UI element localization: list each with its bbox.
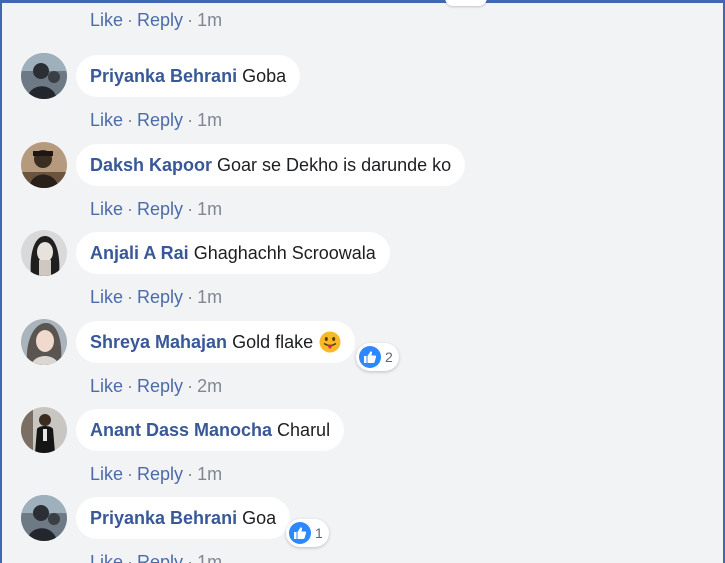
clipped-reaction-badge <box>445 0 487 6</box>
comment-author[interactable]: Shreya Mahajan <box>90 332 227 353</box>
comment-bubble: Anant Dass Manocha Charul <box>76 409 345 451</box>
reply-link[interactable]: Reply <box>137 552 183 563</box>
separator: · <box>187 110 194 130</box>
like-link[interactable]: Like <box>90 464 123 484</box>
comment-text: Ghaghachh Scroowala <box>193 242 376 263</box>
comment-bubble: Daksh Kapoor Goar se Dekho is darunde ko <box>76 144 466 186</box>
separator: · <box>127 110 134 130</box>
previous-comment-actions: Like · Reply · 1m <box>90 10 222 31</box>
separator: · <box>187 199 194 219</box>
separator: · <box>127 552 134 563</box>
separator: · <box>187 376 194 396</box>
reaction-summary[interactable]: 1 <box>286 519 329 547</box>
like-icon <box>289 522 311 544</box>
avatar[interactable] <box>21 495 67 541</box>
tongue-out-emoji-icon <box>319 331 341 353</box>
reply-link[interactable]: Reply <box>137 464 183 484</box>
like-link[interactable]: Like <box>90 110 123 130</box>
avatar[interactable] <box>21 319 67 365</box>
comment-text: Goa <box>242 507 277 528</box>
timestamp-link[interactable]: 1m <box>197 110 222 130</box>
comment-author[interactable]: Priyanka Behrani <box>90 66 237 87</box>
like-link[interactable]: Like <box>90 376 123 396</box>
comment-author[interactable]: Daksh Kapoor <box>90 155 212 176</box>
comment-author[interactable]: Anant Dass Manocha <box>90 420 272 441</box>
comment-bubble: Priyanka Behrani Goba <box>76 55 301 97</box>
reaction-count: 1 <box>315 525 323 541</box>
avatar[interactable] <box>21 53 67 99</box>
separator: · <box>127 376 134 396</box>
comment-actions: Like · Reply · 1m <box>90 199 222 220</box>
timestamp-link[interactable]: 1m <box>197 552 222 563</box>
timestamp-link[interactable]: 2m <box>197 376 222 396</box>
comment: Anant Dass Manocha Charul Like · Reply · 1m <box>0 407 725 496</box>
timestamp-link[interactable]: 1m <box>197 287 222 307</box>
comment-actions: Like · Reply · 1m <box>90 464 222 485</box>
timestamp-link[interactable]: 1m <box>197 199 222 219</box>
comment-text: Goba <box>242 65 287 86</box>
separator: · <box>127 287 134 307</box>
like-link[interactable]: Like <box>90 199 123 219</box>
comment-author[interactable]: Anjali A Rai <box>90 243 189 264</box>
reply-link[interactable]: Reply <box>137 10 183 30</box>
comment: Priyanka Behrani Goba Like · Reply · 1m <box>0 53 725 142</box>
comment-bubble: Anjali A Rai Ghaghachh Scroowala <box>76 232 390 274</box>
comment-bubble: Priyanka Behrani Goa <box>76 497 291 539</box>
timestamp-link[interactable]: 1m <box>197 10 222 30</box>
separator: · <box>127 199 134 219</box>
comment-actions: Like · Reply · 1m <box>90 552 222 563</box>
like-icon <box>359 346 381 368</box>
separator: · <box>127 10 134 30</box>
comment-text: Goar se Dekho is darunde ko <box>217 154 452 175</box>
reaction-count: 2 <box>385 349 393 365</box>
comment: Anjali A Rai Ghaghachh Scroowala Like · Re… <box>0 230 725 319</box>
timestamp-link[interactable]: 1m <box>197 464 222 484</box>
separator: · <box>187 552 194 563</box>
avatar[interactable] <box>21 142 67 188</box>
comment-text: Gold flake <box>232 331 314 352</box>
comment: Priyanka Behrani Goa 1 Like · Reply · 1m <box>0 495 725 563</box>
top-border <box>0 0 725 3</box>
like-link[interactable]: Like <box>90 552 123 563</box>
reply-link[interactable]: Reply <box>137 287 183 307</box>
reply-link[interactable]: Reply <box>137 110 183 130</box>
separator: · <box>187 10 194 30</box>
reaction-summary[interactable]: 2 <box>356 343 399 371</box>
comment-bubble: Shreya Mahajan Gold flake <box>76 321 356 363</box>
separator: · <box>187 287 194 307</box>
like-link[interactable]: Like <box>90 287 123 307</box>
avatar[interactable] <box>21 407 67 453</box>
comment-text: Charul <box>277 419 331 440</box>
comment-actions: Like · Reply · 1m <box>90 110 222 131</box>
comment-actions: Like · Reply · 2m <box>90 376 222 397</box>
comment-author[interactable]: Priyanka Behrani <box>90 508 237 529</box>
reply-link[interactable]: Reply <box>137 199 183 219</box>
comment: Shreya Mahajan Gold flake 2 Like · Reply · 2… <box>0 319 725 408</box>
separator: · <box>187 464 194 484</box>
like-link[interactable]: Like <box>90 10 123 30</box>
comment-thread: Like · Reply · 1m Priyanka Behrani Goba Like… <box>0 0 725 563</box>
separator: · <box>127 464 134 484</box>
avatar[interactable] <box>21 230 67 276</box>
reply-link[interactable]: Reply <box>137 376 183 396</box>
comment-actions: Like · Reply · 1m <box>90 287 222 308</box>
comment: Daksh Kapoor Goar se Dekho is darunde ko… <box>0 142 725 231</box>
